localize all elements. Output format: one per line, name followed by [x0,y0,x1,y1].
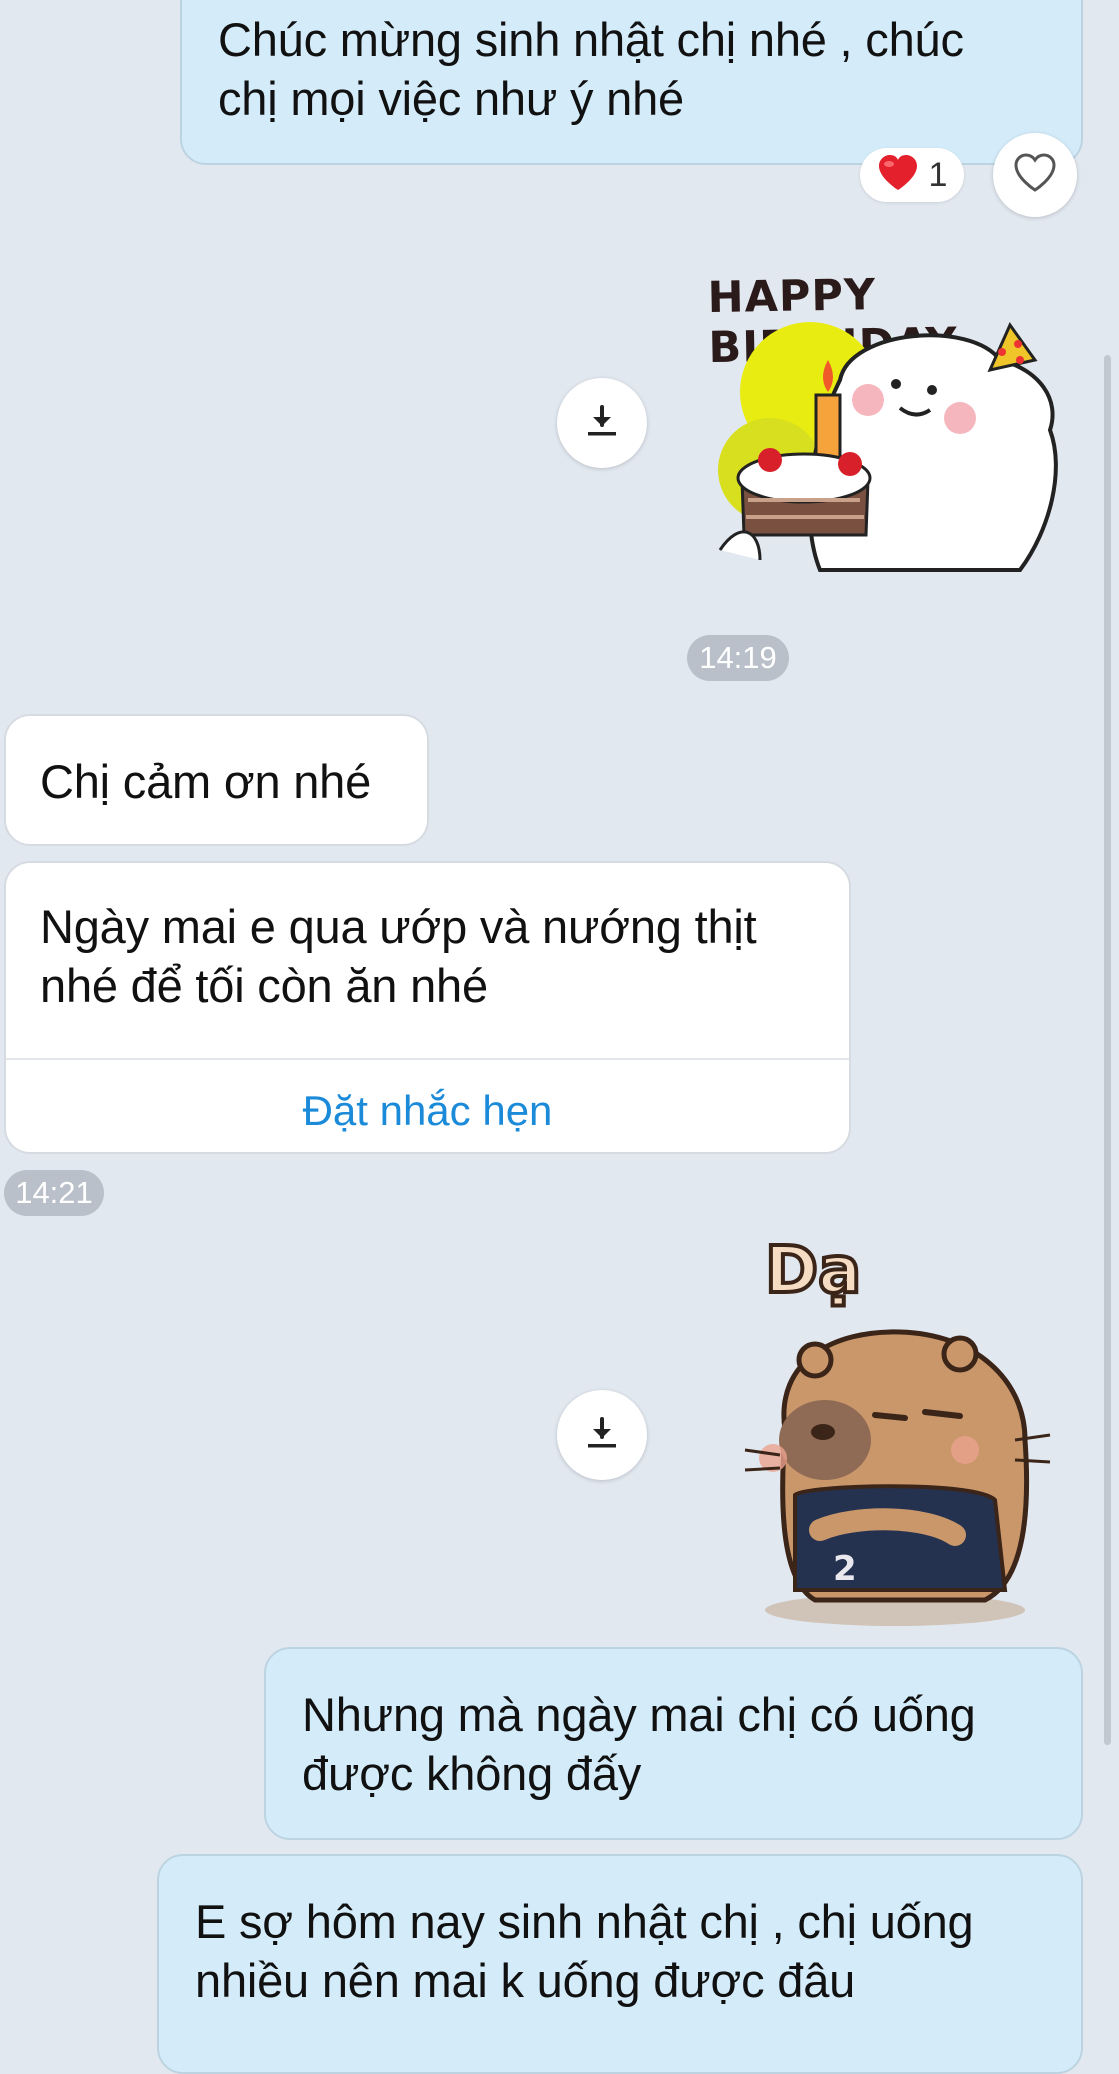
sticker-artwork [718,321,1058,572]
message-text: Chị cảm ơn nhé [40,755,372,808]
heart-outline-icon [1012,152,1058,199]
outgoing-message-bubble[interactable]: Nhưng mà ngày mai chị có uống được không… [264,1647,1083,1840]
sticker-artwork: 2 [744,1329,1051,1626]
set-reminder-button[interactable]: Đặt nhắc hẹn [6,1087,849,1135]
svg-text:2: 2 [833,1549,857,1589]
message-text: E sợ hôm nay sinh nhật chị , chị uống nh… [195,1895,974,2007]
capybara-sticker[interactable]: Dạ 2 [725,1230,1055,1630]
incoming-message-bubble[interactable]: Chị cảm ơn nhé [4,714,429,846]
message-reaction[interactable]: 1 [860,148,964,202]
birthday-sticker[interactable]: HAPPY BIRTHDAY [700,260,1070,585]
download-sticker-button[interactable] [557,378,647,468]
download-sticker-button[interactable] [557,1390,647,1480]
chat-screen: { "messages": { "m1": { "text": "Chúc mừ… [0,0,1119,2074]
red-heart-icon [877,154,919,197]
timestamp: 14:19 [687,635,789,681]
message-text: Chúc mừng sinh nhật chị nhé , chúc chị m… [218,13,964,125]
message-text: Nhưng mà ngày mai chị có uống được không… [302,1688,976,1800]
incoming-message-bubble[interactable]: Ngày mai e qua ướp và nướng thịt nhé để … [4,861,851,1154]
reaction-count: 1 [928,155,948,194]
react-button[interactable] [993,133,1077,217]
timestamp: 14:21 [4,1170,104,1216]
outgoing-message-bubble[interactable]: Chúc mừng sinh nhật chị nhé , chúc chị m… [180,0,1083,165]
download-icon [584,1415,620,1456]
message-text: Ngày mai e qua ướp và nướng thịt nhé để … [40,900,757,1012]
download-icon [584,403,620,444]
action-divider [6,1058,849,1060]
scrollbar[interactable] [1104,355,1111,1745]
outgoing-message-bubble[interactable]: E sợ hôm nay sinh nhật chị , chị uống nh… [157,1854,1083,2074]
sticker-caption: Dạ [763,1232,863,1310]
